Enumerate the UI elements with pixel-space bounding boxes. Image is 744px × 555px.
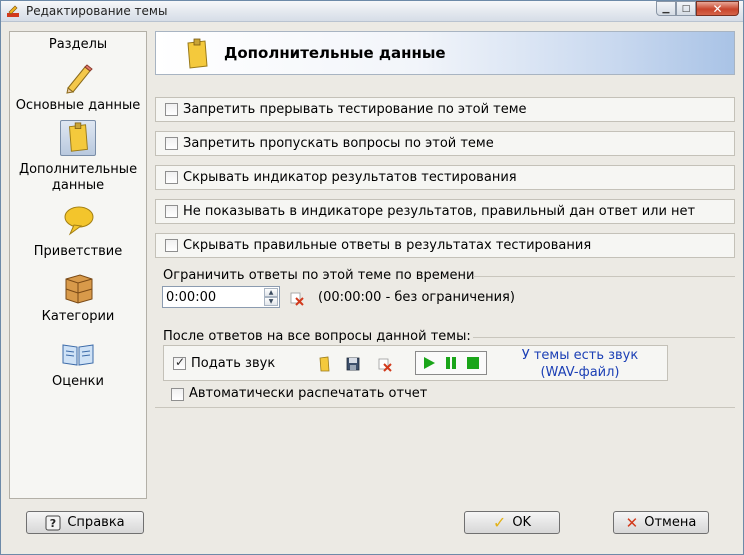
window-title: Редактирование темы — [26, 4, 168, 18]
main-panel: Дополнительные данные Запретить прерыват… — [155, 31, 737, 499]
clear-time-button[interactable] — [288, 289, 306, 307]
option-hide-indicator[interactable]: Скрывать индикатор результатов тестирова… — [155, 165, 735, 190]
time-limit-note: (00:00:00 - без ограничения) — [318, 290, 515, 305]
option-hide-correct-answers[interactable]: Скрывать правильные ответы в результатах… — [155, 233, 735, 258]
cancel-button-label: Отмена — [644, 515, 697, 530]
sticky-note-icon — [187, 38, 208, 69]
help-button-label: Справка — [67, 515, 125, 530]
speech-bubble-icon — [64, 206, 94, 236]
sidebar-item-label: Основные данные — [15, 98, 141, 113]
pause-icon[interactable] — [444, 356, 458, 370]
sidebar-item-label: Дополнительные данные — [18, 162, 138, 193]
auto-print-checkbox[interactable] — [171, 388, 184, 401]
sticky-note-icon — [68, 122, 88, 152]
minimize-button[interactable]: ▁ — [656, 1, 676, 16]
stop-icon[interactable] — [466, 356, 480, 370]
auto-print-label: Автоматически распечатать отчет — [189, 386, 428, 401]
cabinet-icon — [65, 274, 93, 304]
option-hide-correctness[interactable]: Не показывать в индикаторе результатов, … — [155, 199, 735, 224]
sections-sidebar: Разделы Основные данные Дополнительные д… — [9, 31, 147, 499]
option-disallow-interrupt[interactable]: Запретить прерывать тестирование по этой… — [155, 97, 735, 122]
option-label: Не показывать в индикаторе результатов, … — [183, 204, 696, 219]
pencil-icon — [7, 5, 19, 17]
checkbox[interactable] — [165, 205, 178, 218]
section-header: Дополнительные данные — [155, 31, 735, 75]
clear-icon — [378, 358, 392, 372]
edit-topic-window: Редактирование темы ▁ □ ✕ Разделы Основн… — [0, 0, 744, 555]
play-sound-label: Подать звук — [191, 356, 276, 371]
sound-player-controls — [415, 351, 487, 375]
checkmark-icon: ✓ — [492, 513, 507, 532]
sidebar-item-label: Категории — [41, 309, 115, 324]
option-label: Запретить пропускать вопросы по этой тем… — [183, 136, 494, 151]
after-answers-label: После ответов на все вопросы данной темы… — [163, 329, 471, 344]
delete-sound-button[interactable] — [376, 355, 394, 373]
clear-icon — [290, 292, 304, 306]
minimize-icon: ▁ — [662, 3, 670, 14]
window-controls: ▁ □ ✕ — [656, 1, 739, 17]
sound-settings: Подать звук — [163, 345, 668, 381]
time-limit-label: Ограничить ответы по этой теме по времен… — [163, 268, 475, 283]
folder-icon — [319, 356, 330, 372]
checkbox[interactable] — [165, 171, 178, 184]
sound-status-line: (WAV-файл) — [540, 365, 620, 380]
help-icon: ? — [45, 515, 61, 530]
open-sound-button[interactable] — [316, 355, 334, 373]
floppy-disk-icon — [346, 357, 360, 371]
cross-icon: ✕ — [625, 513, 639, 532]
sidebar-caption: Разделы — [48, 37, 108, 52]
book-icon — [62, 344, 94, 366]
option-disallow-skip[interactable]: Запретить пропускать вопросы по этой тем… — [155, 131, 735, 156]
sidebar-item-additional-data[interactable]: Дополнительные данные — [10, 120, 146, 193]
save-sound-button[interactable] — [344, 355, 362, 373]
checkbox[interactable] — [165, 103, 178, 116]
group-bottom-divider — [155, 407, 735, 408]
ok-button[interactable]: ✓ OK — [464, 511, 560, 534]
checkbox[interactable] — [165, 137, 178, 150]
sound-status: У темы есть звук (WAV-файл) — [498, 347, 662, 381]
group-divider — [473, 337, 735, 338]
cancel-button[interactable]: ✕ Отмена — [613, 511, 709, 534]
sidebar-item-label: Приветствие — [33, 244, 123, 259]
sidebar-item-label: Оценки — [52, 374, 104, 389]
pencil-icon — [66, 64, 93, 94]
play-sound-checkbox[interactable] — [173, 355, 186, 370]
spin-down-icon[interactable]: ▼ — [264, 297, 278, 306]
close-icon: ✕ — [712, 1, 723, 16]
time-limit-field[interactable]: ▲ ▼ — [162, 286, 280, 308]
time-spinner[interactable]: ▲ ▼ — [264, 288, 278, 306]
sidebar-item-grades[interactable]: Оценки — [10, 334, 146, 390]
time-limit-input[interactable] — [166, 288, 262, 306]
option-label: Скрывать правильные ответы в результатах… — [183, 238, 592, 253]
maximize-icon: □ — [681, 3, 691, 14]
spin-up-icon[interactable]: ▲ — [264, 288, 278, 297]
sidebar-item-main-data[interactable]: Основные данные — [10, 58, 146, 116]
play-icon[interactable] — [422, 356, 436, 370]
svg-text:?: ? — [50, 517, 56, 530]
close-button[interactable]: ✕ — [696, 1, 739, 16]
help-button[interactable]: ? Справка — [26, 511, 144, 534]
option-label: Запретить прерывать тестирование по этой… — [183, 102, 527, 117]
page-title: Дополнительные данные — [224, 44, 446, 62]
ok-button-label: OK — [512, 515, 532, 530]
checkbox[interactable] — [165, 239, 178, 252]
option-label: Скрывать индикатор результатов тестирова… — [183, 170, 517, 185]
group-divider — [473, 276, 735, 277]
maximize-button[interactable]: □ — [676, 1, 696, 16]
selected-item-frame — [60, 120, 96, 156]
sound-status-line: У темы есть звук — [521, 348, 639, 363]
sidebar-item-greeting[interactable]: Приветствие — [10, 200, 146, 260]
title-bar: Редактирование темы ▁ □ ✕ — [1, 1, 743, 22]
sidebar-item-categories[interactable]: Категории — [10, 267, 146, 325]
